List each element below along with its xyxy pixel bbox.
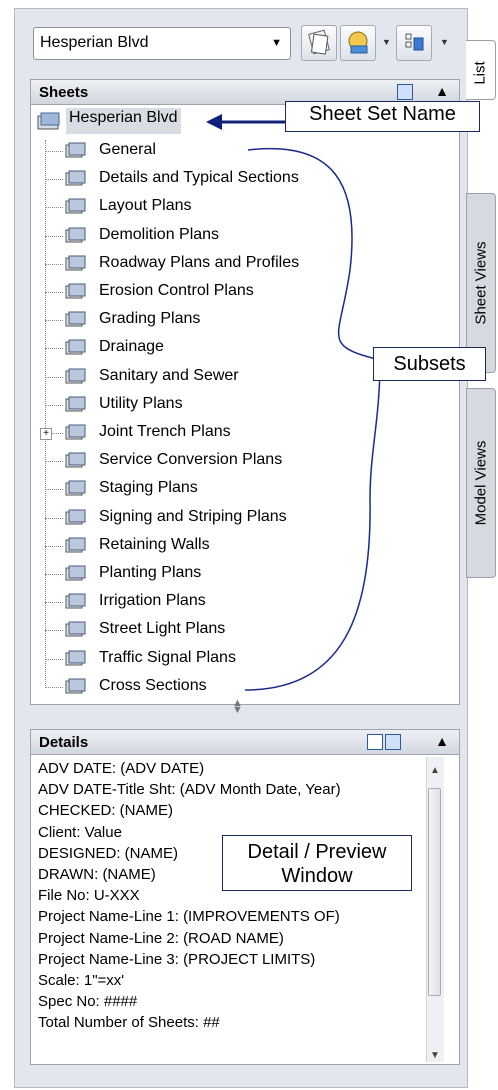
callout-subsets-text: Subsets	[393, 353, 466, 375]
callout-detail-preview-line2: Window	[281, 865, 353, 887]
callout-sheet-set-name-text: Sheet Set Name	[309, 103, 456, 125]
subsets-brace-curve	[244, 147, 381, 691]
arrow-head-icon	[206, 114, 222, 130]
callout-subsets: Subsets	[373, 347, 486, 381]
annotation-overlay	[206, 114, 381, 691]
callout-sheet-set-name: Sheet Set Name	[285, 101, 480, 132]
callout-detail-preview: Detail / Preview Window	[222, 835, 412, 891]
callout-detail-preview-line1: Detail / Preview	[247, 841, 387, 863]
